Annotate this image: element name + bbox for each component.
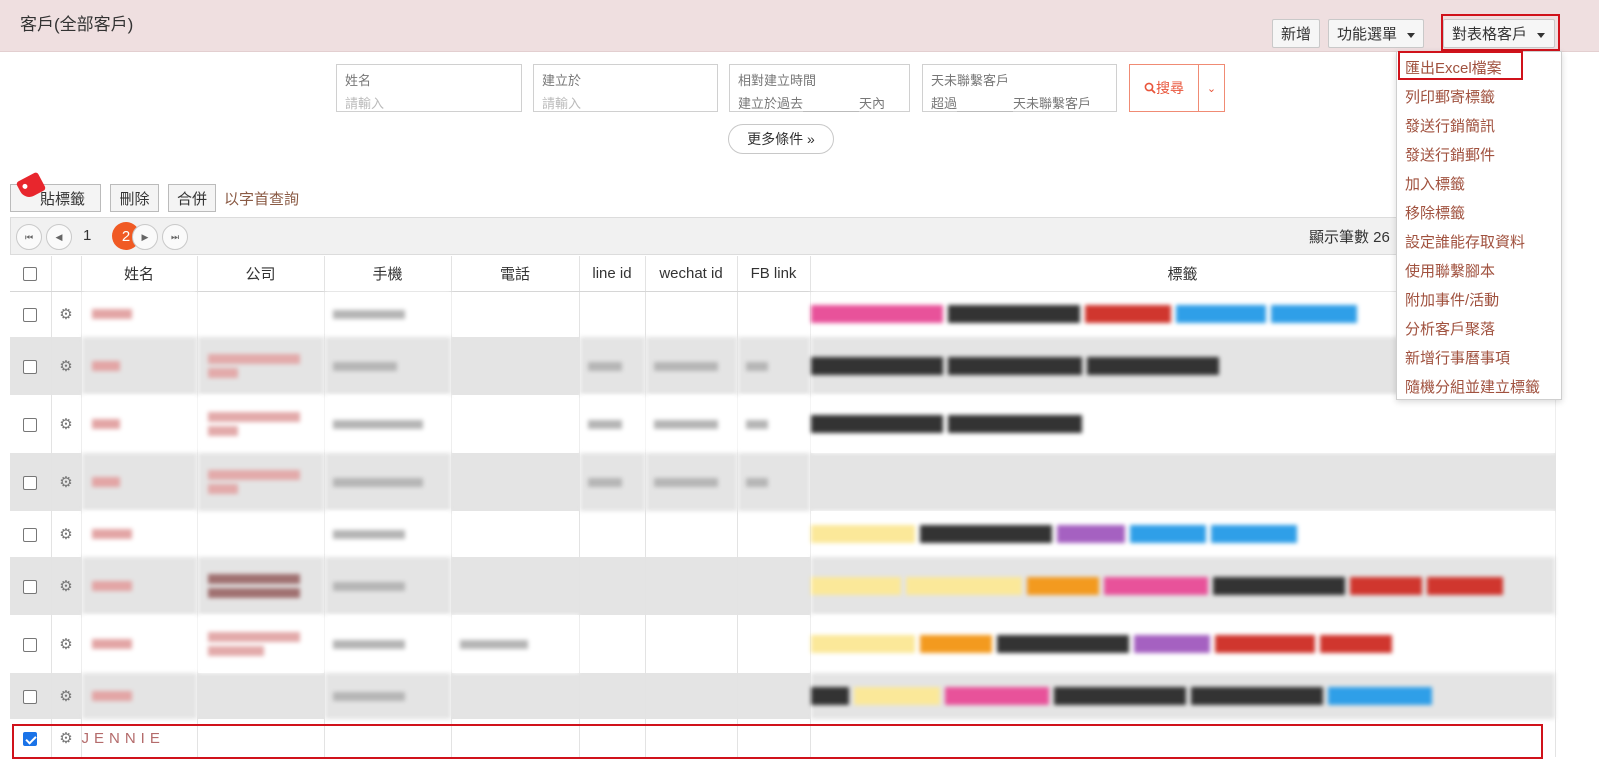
menu-attach-event[interactable]: 附加事件/活動 [1405,289,1499,310]
row-checkbox[interactable] [10,615,52,673]
next-page-icon[interactable]: ▶ [132,224,158,250]
row-checkbox[interactable] [10,557,52,615]
col-name[interactable]: 姓名 [81,256,198,292]
gear-icon[interactable]: ⚙ [51,511,82,557]
merge-button[interactable]: 合併 [168,184,216,212]
menu-contact-script[interactable]: 使用聯繫腳本 [1405,260,1495,281]
table-row[interactable]: ⚙ [10,615,1556,673]
show-count: 顯示筆數 26 [1309,229,1390,246]
highlight-box [1441,14,1560,51]
gear-icon[interactable]: ⚙ [51,453,82,511]
last-page-icon[interactable]: ⏭ [162,224,188,250]
filter-relative-time[interactable]: 相對建立時間 建立於過去 天內 [729,64,910,112]
double-chevron-down-icon: » [807,131,815,147]
table-row[interactable]: ⚙ [10,453,1556,511]
table-row[interactable]: ⚙ [10,291,1556,337]
prev-page-icon[interactable]: ◀ [46,224,72,250]
menu-analyze-clusters[interactable]: 分析客戶聚落 [1405,318,1495,339]
gear-icon[interactable]: ⚙ [51,337,82,395]
filter-created[interactable]: 建立於 請輸入 [533,64,718,112]
menu-print-labels[interactable]: 列印郵寄標籤 [1405,86,1495,107]
menu-add-tag[interactable]: 加入標籤 [1405,173,1465,194]
row-checkbox[interactable] [10,453,52,511]
page-header: 客戶(全部客戶) 新增 功能選單 對表格客戶 [0,0,1599,52]
col-company[interactable]: 公司 [197,256,325,292]
menu-send-sms[interactable]: 發送行銷簡訊 [1405,115,1495,136]
menu-send-email[interactable]: 發送行銷郵件 [1405,144,1495,165]
first-page-icon[interactable]: ⏮ [16,224,42,250]
gear-icon[interactable]: ⚙ [51,395,82,453]
col-wechat-id[interactable]: wechat id [645,256,738,292]
caret-down-icon [1407,33,1416,38]
table-row[interactable]: ⚙ [10,511,1556,557]
pager: ⏮ ◀ 1 2 ▶ ⏭ 顯示筆數 26 [10,217,1555,255]
page-1[interactable]: 1 [83,227,91,244]
col-fb-link[interactable]: FB link [737,256,811,292]
table-row[interactable]: ⚙ [10,557,1556,615]
highlight-box-row [12,724,1543,759]
menu-add-calendar[interactable]: 新增行事曆事項 [1405,347,1510,368]
highlight-box-export [1398,51,1523,80]
table-row[interactable]: ⚙ [10,395,1556,453]
delete-button[interactable]: 刪除 [110,184,159,212]
menu-remove-tag[interactable]: 移除標籤 [1405,202,1465,223]
row-checkbox[interactable] [10,673,52,719]
menu-random-group[interactable]: 隨機分組並建立標籤 [1405,376,1540,397]
gear-icon[interactable]: ⚙ [51,615,82,673]
row-checkbox[interactable] [10,511,52,557]
table-row[interactable]: ⚙ [10,337,1556,395]
select-all-checkbox[interactable] [10,256,52,292]
search-icon [1144,82,1156,94]
search-button[interactable]: 搜尋 [1129,64,1199,112]
function-menu-button[interactable]: 功能選單 [1328,19,1425,48]
row-checkbox[interactable] [10,395,52,453]
chevron-down-icon: ⌄ [1206,82,1217,95]
gear-icon[interactable]: ⚙ [51,557,82,615]
menu-set-access[interactable]: 設定誰能存取資料 [1405,231,1525,252]
add-button[interactable]: 新增 [1272,19,1321,48]
col-line-id[interactable]: line id [579,256,646,292]
filter-name[interactable]: 姓名 請輸入 [336,64,522,112]
row-checkbox[interactable] [10,337,52,395]
alphabet-search-link[interactable]: 以字首查詢 [224,188,299,209]
search-dropdown-button[interactable]: ⌄ [1199,64,1225,112]
table-action-dropdown: 匯出Excel檔案 列印郵寄標籤 發送行銷簡訊 發送行銷郵件 加入標籤 移除標籤… [1396,51,1562,400]
col-mobile[interactable]: 手機 [324,256,452,292]
gear-icon[interactable]: ⚙ [51,291,82,337]
table-row[interactable]: ⚙ [10,673,1556,719]
row-checkbox[interactable] [10,291,52,337]
page-title: 客戶(全部客戶) [20,15,134,34]
gear-icon[interactable]: ⚙ [51,673,82,719]
customer-table: 姓名 公司 手機 電話 line id wechat id FB link 標籤… [10,256,1556,757]
more-conditions-button[interactable]: 更多條件 » [728,124,834,154]
col-phone[interactable]: 電話 [451,256,580,292]
filter-no-contact[interactable]: 天未聯繫客戶 超過 天未聯繫客戶 [922,64,1117,112]
